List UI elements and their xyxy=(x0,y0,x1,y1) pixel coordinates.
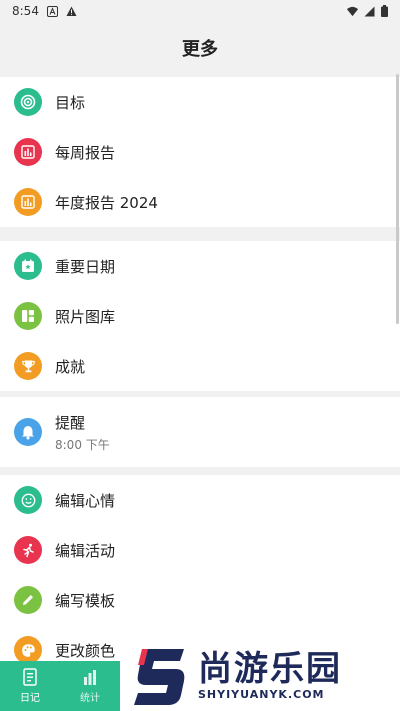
watermark-title: 尚游乐园 xyxy=(198,649,342,689)
menu-item-goals[interactable]: 目标 xyxy=(0,77,400,127)
watermark: 尚游乐园 SHYIYUANYK.COM xyxy=(120,640,400,711)
scrollbar[interactable] xyxy=(396,74,399,324)
warning-icon xyxy=(66,6,77,16)
palette-icon xyxy=(14,636,42,664)
diary-icon xyxy=(23,668,37,686)
status-right xyxy=(347,5,388,17)
pencil-icon xyxy=(14,586,42,614)
target-icon xyxy=(14,88,42,116)
bar-chart-icon xyxy=(14,188,42,216)
menu-item-photo-gallery[interactable]: 照片图库 xyxy=(0,291,400,341)
watermark-url: SHYIYUANYK.COM xyxy=(198,688,325,701)
menu-item-label: 年度报告 2024 xyxy=(55,193,158,212)
battery-icon xyxy=(381,5,388,17)
watermark-logo-icon xyxy=(134,648,185,705)
menu-item-weekly-report[interactable]: 每周报告 xyxy=(0,127,400,177)
trophy-icon xyxy=(14,352,42,380)
status-time: 8:54 xyxy=(12,4,39,18)
menu-item-label: 重要日期 xyxy=(55,257,116,276)
menu-item-label: 编辑活动 xyxy=(55,541,116,560)
status-left: 8:54 xyxy=(12,4,77,18)
menu-item-label: 更改颜色 xyxy=(55,641,116,660)
section-reminder: 提醒 8:00 下午 xyxy=(0,397,400,467)
menu-item-label: 每周报告 xyxy=(55,143,116,162)
calendar-star-icon xyxy=(14,252,42,280)
nav-tab-stats[interactable]: 统计 xyxy=(60,661,120,711)
menu-item-important-dates[interactable]: 重要日期 xyxy=(0,241,400,291)
nav-label: 统计 xyxy=(80,693,100,704)
section-customize: 编辑心情 编辑活动 编写模板 更改颜色 xyxy=(0,475,400,665)
menu-item-label: 目标 xyxy=(55,93,86,112)
gallery-grid-icon xyxy=(14,302,42,330)
reminder-time: 8:00 下午 xyxy=(55,437,110,452)
status-bar: 8:54 xyxy=(0,0,400,22)
menu-item-label: 成就 xyxy=(55,357,86,376)
watermark-text: 尚游乐园 SHYIYUANYK.COM xyxy=(198,650,342,701)
stats-icon xyxy=(84,670,96,685)
menu-item-write-templates[interactable]: 编写模板 xyxy=(0,575,400,625)
cell-signal-icon xyxy=(364,6,375,16)
menu-item-annual-report[interactable]: 年度报告 2024 xyxy=(0,177,400,227)
section-goals-reports: 目标 每周报告 年度报告 2024 xyxy=(0,77,400,227)
section-dates-gallery: 重要日期 照片图库 成就 xyxy=(0,241,400,391)
menu-item-edit-moods[interactable]: 编辑心情 xyxy=(0,475,400,525)
menu-item-label: 编写模板 xyxy=(55,591,116,610)
wifi-icon xyxy=(347,6,358,16)
smiley-icon xyxy=(14,486,42,514)
reminder-texts: 提醒 8:00 下午 xyxy=(55,412,110,453)
runner-icon xyxy=(14,536,42,564)
nav-label: 日记 xyxy=(20,693,40,704)
menu-item-label: 编辑心情 xyxy=(55,491,116,510)
menu-item-achievements[interactable]: 成就 xyxy=(0,341,400,391)
nav-tab-diary[interactable]: 日记 xyxy=(0,661,60,711)
bottom-nav: 日记 统计 xyxy=(0,661,120,711)
menu-item-edit-activities[interactable]: 编辑活动 xyxy=(0,525,400,575)
menu-item-label: 照片图库 xyxy=(55,307,116,326)
notification-a-icon xyxy=(46,5,58,17)
menu-item-reminder[interactable]: 提醒 8:00 下午 xyxy=(0,397,400,467)
menu-item-label: 提醒 xyxy=(55,413,86,432)
page-title: 更多 xyxy=(182,39,218,60)
bell-icon xyxy=(14,418,42,446)
bar-chart-icon xyxy=(14,138,42,166)
